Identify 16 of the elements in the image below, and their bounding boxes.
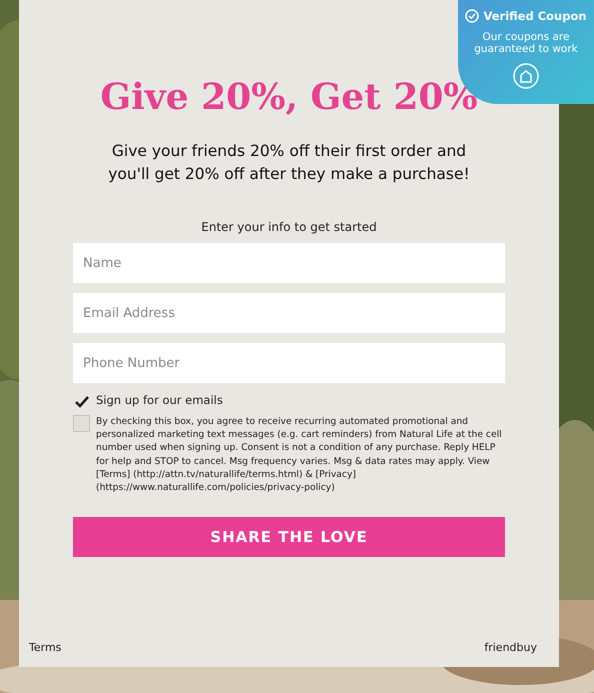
badge-title: Verified Coupon <box>483 9 587 23</box>
home-icon <box>513 63 539 89</box>
checkbox-label: By checking this box, you agree to receive recurring automated promotional and personalized marketing text messages (e.g. cart reminders) from Natural Life at the cell number used when signing up. Consent is not a condition of any purchase. Reply HELP for help and STOP to cancel. Msg frequency varies. Msg & data rates may apply. View [Terms] (http://attn.tv/naturallife/terms.html) & [Privacy] (https://www.naturallife.com/policies/privacy-policy) <box>96 415 503 494</box>
badge-text: Our coupons are guaranteed to work <box>473 31 579 55</box>
input-field[interactable]: Email Address <box>73 293 505 333</box>
checkbox-label: Sign up for our emails <box>96 393 223 407</box>
input-field[interactable]: Name <box>73 243 505 283</box>
brand-label: friendbuy <box>484 641 537 654</box>
subheading: Give your friends 20% off their first order and you'll get 20% off after they make a purchase! <box>107 141 471 185</box>
heading: Give 20%, Get 20% <box>99 76 479 118</box>
checkbox[interactable] <box>73 415 90 432</box>
form-intro: Enter your info to get started <box>200 220 378 234</box>
terms-link[interactable]: Terms <box>29 641 62 654</box>
share-button[interactable]: SHARE THE LOVE <box>73 517 505 558</box>
input-field[interactable]: Phone Number <box>73 343 505 383</box>
check-circle-icon <box>465 9 480 23</box>
